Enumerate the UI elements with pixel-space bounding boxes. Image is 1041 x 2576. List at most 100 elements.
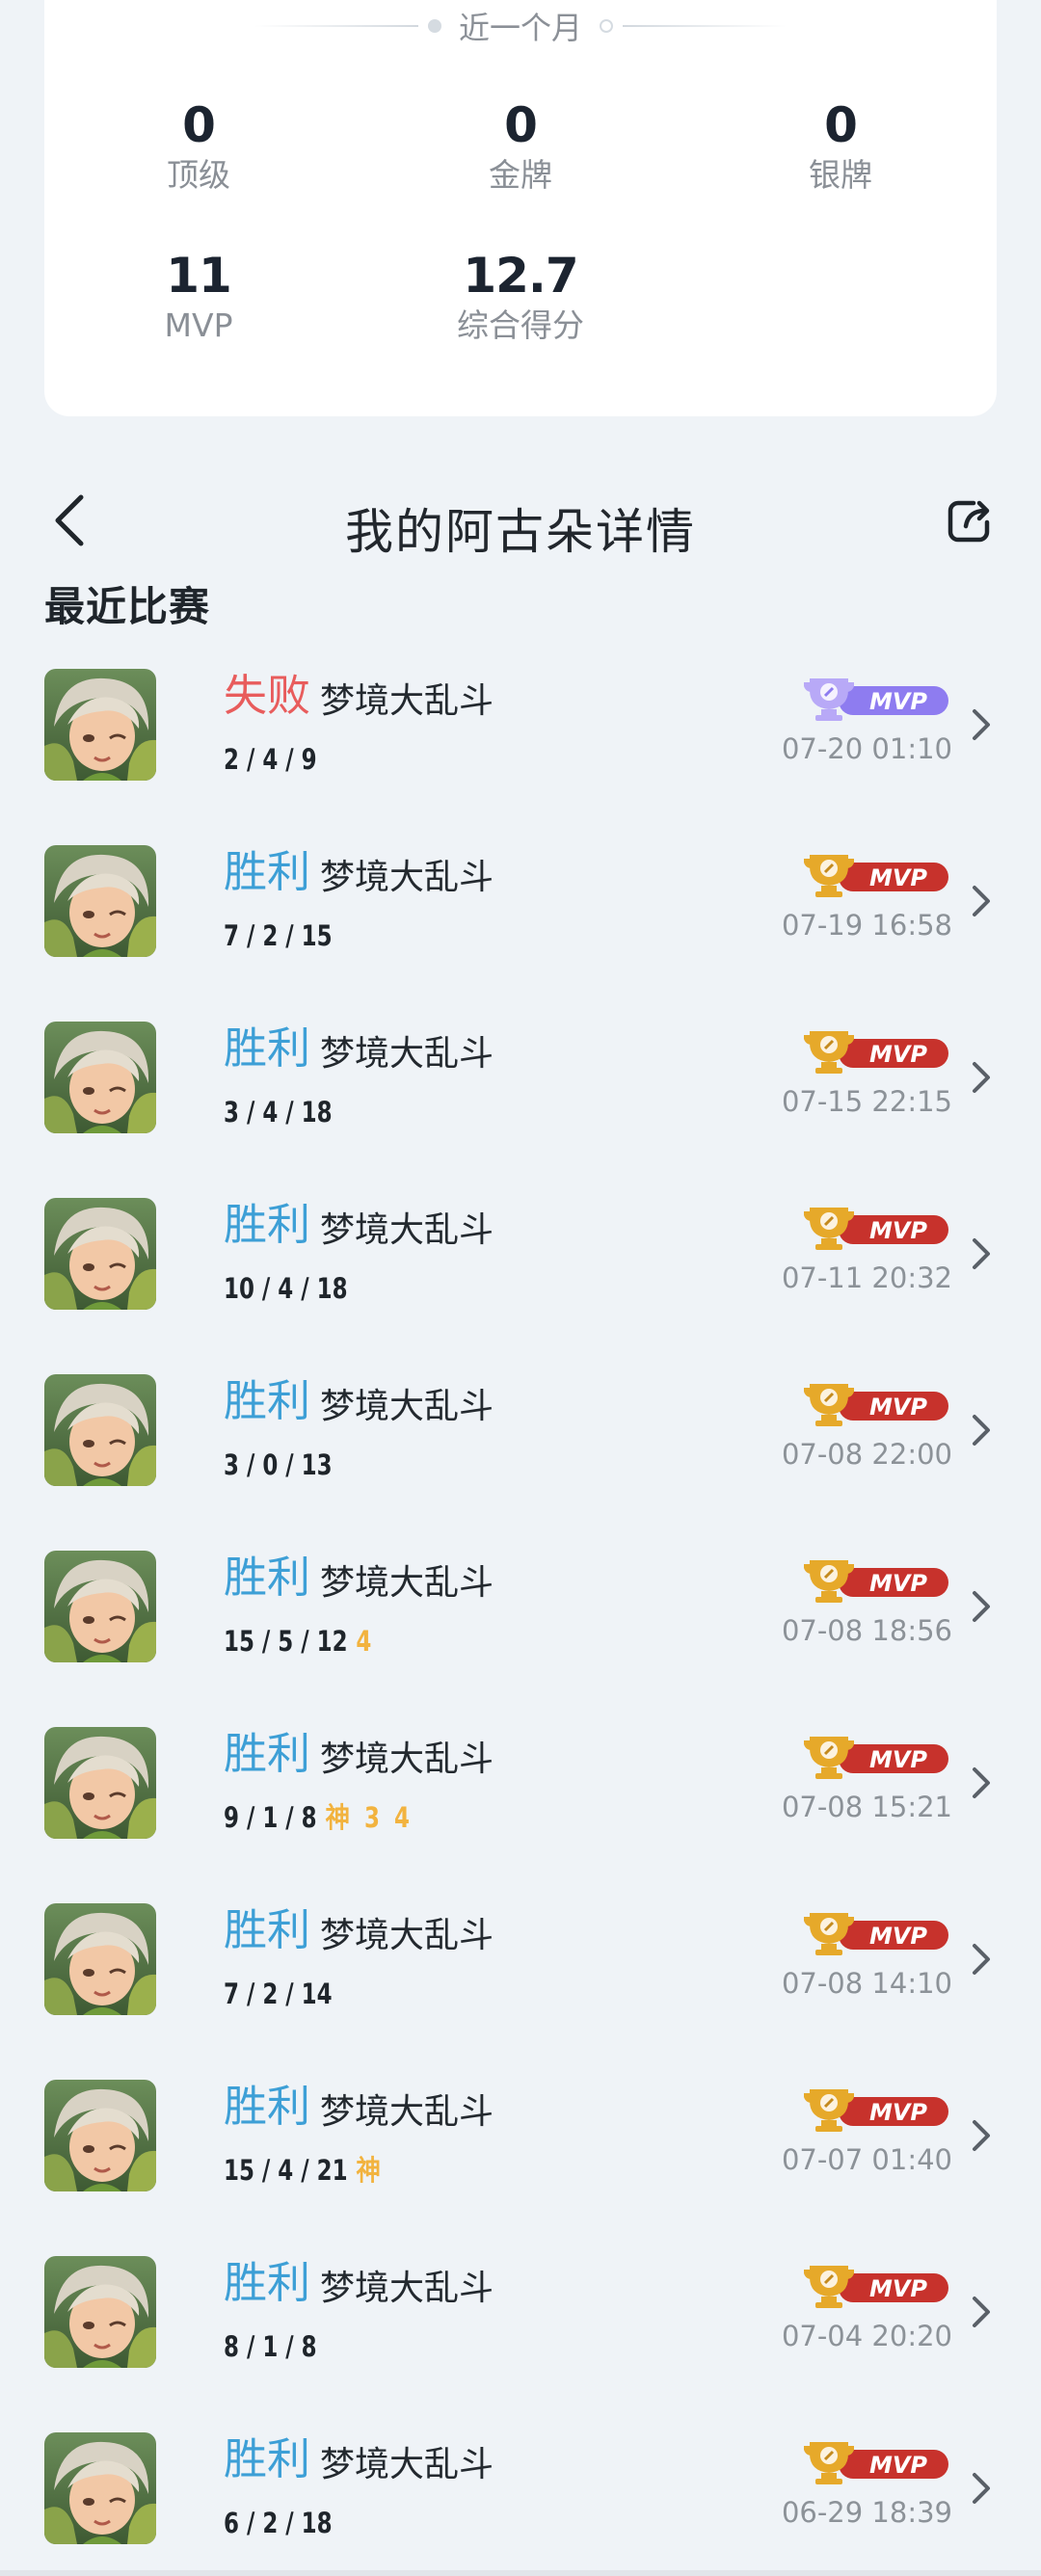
svg-text:MVP: MVP [869, 864, 927, 891]
svg-text:MVP: MVP [869, 1217, 927, 1244]
game-mode: 梦境大乱斗 [320, 2445, 494, 2484]
share-icon[interactable] [945, 497, 993, 545]
mvp-badge-icon: MVP [804, 1913, 948, 1955]
game-mode: 梦境大乱斗 [320, 1739, 494, 1779]
stat-value: 11 [166, 248, 232, 304]
match-row-2[interactable]: 胜利 梦境大乱斗 3 / 4 / 18 MVP 07-15 22:15 [0, 1018, 1041, 1194]
match-row-8[interactable]: 胜利 梦境大乱斗 15 / 4 / 21 神 MVP 07-07 01:40 [0, 2076, 1041, 2252]
hero-avatar [44, 1727, 156, 1839]
match-result: 胜利 [224, 1552, 311, 1603]
mvp-badge-icon: MVP [804, 678, 948, 721]
svg-text:MVP: MVP [869, 1394, 927, 1421]
chevron-right-icon[interactable] [970, 882, 993, 920]
match-time: 06-29 18:39 [781, 2496, 952, 2529]
stat-value: 12.7 [463, 248, 578, 304]
kda-value: 9 / 1 / 8 [224, 1801, 317, 1834]
hero-avatar [44, 2080, 156, 2191]
hero-avatar [44, 1198, 156, 1310]
kda-stats: 3 / 0 / 13 [224, 1447, 340, 1482]
chevron-right-icon[interactable] [970, 1411, 993, 1449]
game-mode: 梦境大乱斗 [320, 2269, 494, 2308]
game-mode: 梦境大乱斗 [320, 858, 494, 897]
chevron-right-icon[interactable] [970, 1587, 993, 1626]
stat-label: 银牌 [809, 156, 872, 194]
hero-avatar [44, 2256, 156, 2368]
game-mode: 梦境大乱斗 [320, 1916, 494, 1955]
period-selector[interactable]: 近一个月 [44, 4, 997, 48]
kda-value: 3 / 4 / 18 [224, 1096, 333, 1129]
match-row-10[interactable]: 胜利 梦境大乱斗 6 / 2 / 18 MVP 06-29 18:39 [0, 2429, 1041, 2576]
kda-value: 8 / 1 / 8 [224, 2330, 317, 2363]
kda-value: 3 / 0 / 13 [224, 1448, 333, 1481]
kda-stats: 15 / 4 / 21 神 [224, 2153, 384, 2188]
page-title: 我的阿古朵详情 [345, 504, 696, 560]
stat-label: 综合得分 [457, 306, 584, 344]
match-row-0[interactable]: 失败 梦境大乱斗 2 / 4 / 9 MVP 07-20 01:10 [0, 665, 1041, 841]
divider-right [623, 25, 787, 27]
mvp-badge-icon: MVP [804, 855, 948, 897]
kda-stats: 10 / 4 / 18 [224, 1271, 356, 1306]
period-label: 近一个月 [458, 10, 582, 46]
kda-value: 6 / 2 / 18 [224, 2507, 333, 2539]
chevron-right-icon[interactable] [970, 1058, 993, 1097]
match-row-7[interactable]: 胜利 梦境大乱斗 7 / 2 / 14 MVP 07-08 14:10 [0, 1899, 1041, 2076]
match-time: 07-19 16:58 [781, 909, 952, 942]
mvp-badge-icon: MVP [804, 1560, 948, 1603]
match-row-4[interactable]: 胜利 梦境大乱斗 3 / 0 / 13 MVP 07-08 22:00 [0, 1370, 1041, 1547]
match-result: 胜利 [224, 2433, 311, 2484]
kda-stats: 8 / 1 / 8 [224, 2329, 325, 2364]
svg-text:MVP: MVP [869, 2275, 927, 2302]
dot-left [427, 19, 441, 33]
divider-left [254, 25, 418, 27]
hero-avatar [44, 1903, 156, 2015]
stat-value: 0 [182, 97, 216, 153]
match-row-9[interactable]: 胜利 梦境大乱斗 8 / 1 / 8 MVP 07-04 20:20 [0, 2252, 1041, 2429]
match-row-6[interactable]: 胜利 梦境大乱斗 9 / 1 / 8神 3 4 MVP 07-08 15:21 [0, 1723, 1041, 1899]
chevron-right-icon[interactable] [970, 1940, 993, 1978]
chevron-right-icon[interactable] [970, 1764, 993, 1802]
svg-text:MVP: MVP [869, 688, 927, 715]
hero-avatar [44, 845, 156, 957]
svg-text:MVP: MVP [869, 1041, 927, 1068]
hero-avatar [44, 1022, 156, 1133]
match-result: 胜利 [224, 1728, 311, 1779]
match-result: 胜利 [224, 2257, 311, 2308]
mvp-badge-icon: MVP [804, 1208, 948, 1250]
bottom-edge [0, 2570, 1041, 2576]
match-time: 07-08 22:00 [781, 1438, 952, 1471]
match-row-1[interactable]: 胜利 梦境大乱斗 7 / 2 / 15 MVP 07-19 16:58 [0, 841, 1041, 1018]
kda-stats: 7 / 2 / 14 [224, 1977, 340, 2011]
chevron-right-icon[interactable] [970, 2293, 993, 2331]
match-list: 失败 梦境大乱斗 2 / 4 / 9 MVP 07-20 01:10 胜利 梦境… [0, 665, 1041, 2576]
hero-avatar [44, 1374, 156, 1486]
match-result: 失败 [224, 670, 311, 721]
kda-stats: 9 / 1 / 8神 3 4 [224, 1800, 414, 1835]
kda-value: 10 / 4 / 18 [224, 1272, 348, 1305]
match-time: 07-11 20:32 [781, 1261, 952, 1294]
stat-silver: 0 银牌 [725, 96, 956, 195]
svg-text:MVP: MVP [869, 1923, 927, 1950]
stat-value: 0 [504, 97, 538, 153]
svg-text:MVP: MVP [869, 2099, 927, 2126]
match-result: 胜利 [224, 1904, 311, 1955]
mvp-badge-icon: MVP [804, 2089, 948, 2132]
match-row-5[interactable]: 胜利 梦境大乱斗 15 / 5 / 12 4 MVP 07-08 18:56 [0, 1547, 1041, 1723]
hero-avatar [44, 2432, 156, 2544]
match-time: 07-08 15:21 [781, 1791, 952, 1823]
game-mode: 梦境大乱斗 [320, 1210, 494, 1250]
mvp-badge-icon: MVP [804, 2442, 948, 2484]
match-row-3[interactable]: 胜利 梦境大乱斗 10 / 4 / 18 MVP 07-11 20:32 [0, 1194, 1041, 1370]
svg-text:MVP: MVP [869, 1746, 927, 1773]
chevron-right-icon[interactable] [970, 2469, 993, 2508]
stat-gold: 0 金牌 [405, 96, 636, 195]
chevron-right-icon[interactable] [970, 1235, 993, 1273]
mvp-badge-icon: MVP [804, 1384, 948, 1426]
game-mode: 梦境大乱斗 [320, 681, 494, 721]
chevron-right-icon[interactable] [970, 2116, 993, 2155]
kda-value: 15 / 4 / 21 [224, 2154, 348, 2187]
stat-label: MVP [164, 306, 233, 344]
kda-stats: 3 / 4 / 18 [224, 1095, 340, 1129]
chevron-right-icon[interactable] [970, 705, 993, 744]
stat-score: 12.7 综合得分 [405, 247, 636, 345]
game-mode: 梦境大乱斗 [320, 1387, 494, 1426]
